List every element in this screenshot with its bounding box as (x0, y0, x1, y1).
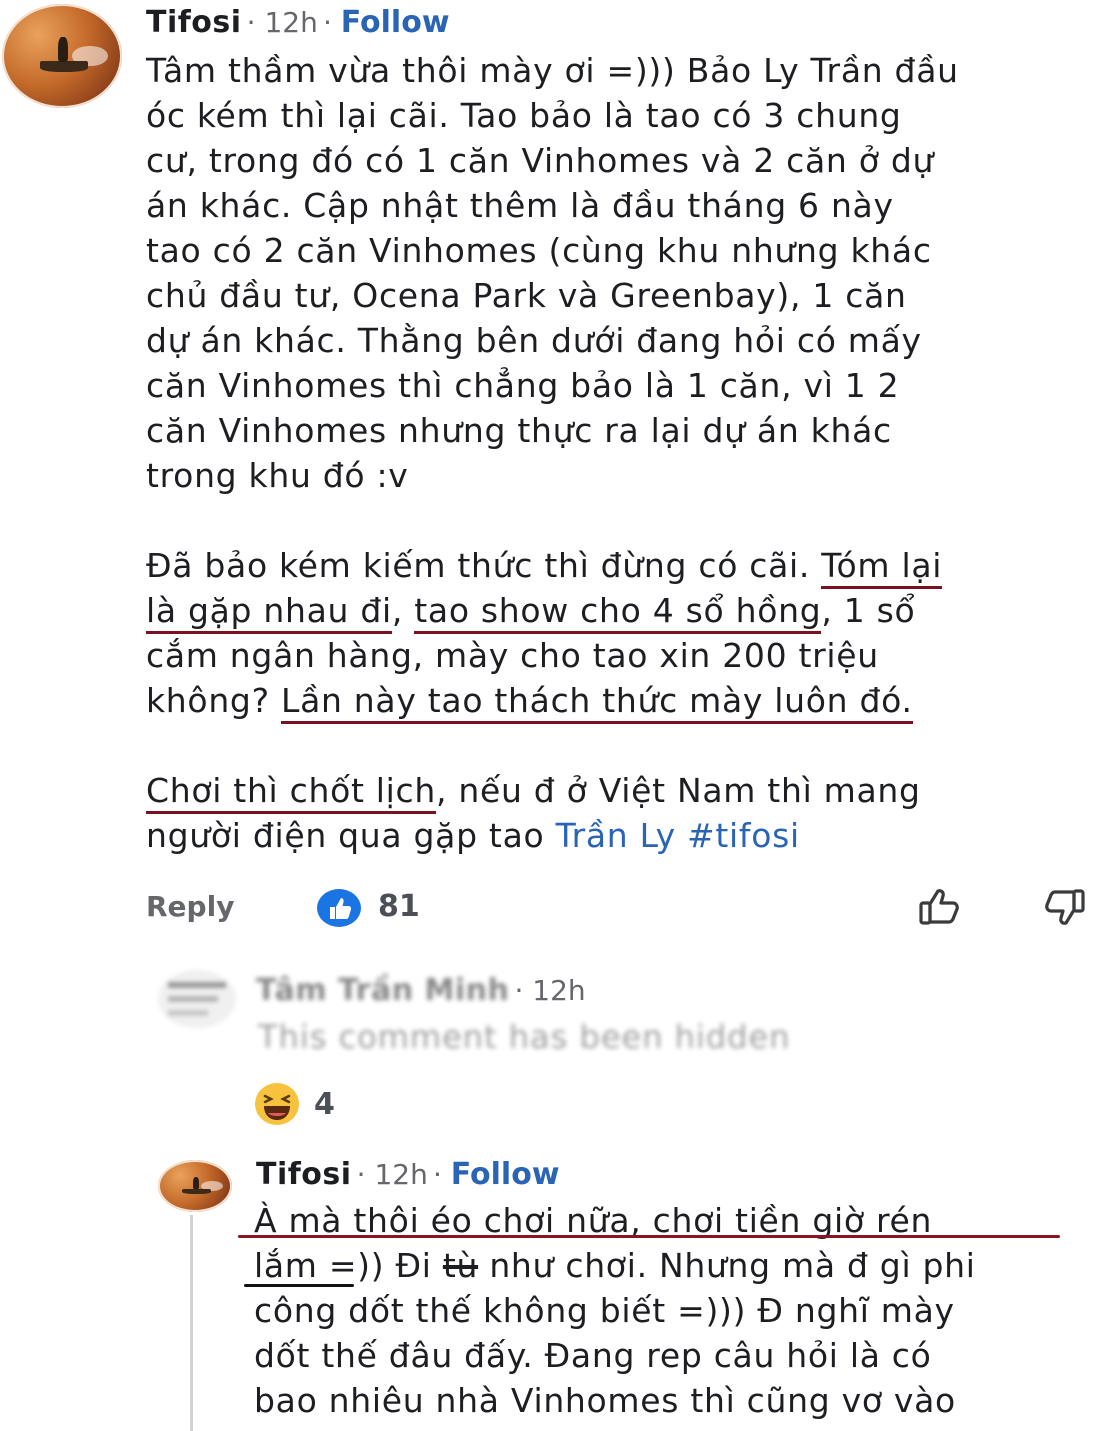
reply-line: dốt thế đâu đấy. Đang rep câu hỏi là có (254, 1336, 932, 1375)
thumbs-up-icon[interactable] (918, 885, 966, 927)
thumbs-down-icon[interactable] (1038, 887, 1086, 929)
text-segment: lắm =)) Đi (254, 1246, 443, 1285)
hidden-reply-avatar[interactable] (158, 970, 236, 1028)
dot-separator: · (432, 1158, 451, 1191)
hidden-comment-notice: This comment has been hidden (258, 1018, 791, 1056)
dot-separator: · (514, 974, 533, 1007)
comment-line: căn Vinhomes nhưng thực ra lại dự án khá… (146, 411, 892, 450)
hidden-reply-time[interactable]: 12h (532, 974, 585, 1007)
comment-line: cư, trong đó có 1 căn Vinhomes và 2 căn … (146, 141, 935, 180)
red-underline (238, 1235, 1060, 1238)
text-segment: như chơi. Nhưng mà đ gì phi (478, 1246, 976, 1285)
comment-line: óc kém thì lại cãi. Tao bảo là tao có 3 … (146, 96, 902, 135)
text-segment: người điện qua gặp tao (146, 816, 556, 855)
text-segment: , 1 sổ (821, 591, 916, 630)
comment-line: không? Lần này tao thách thức mày luôn đ… (146, 678, 1106, 724)
reply-author-avatar[interactable] (158, 1160, 232, 1212)
struck-text: tù (442, 1246, 479, 1285)
comment-line: Đã bảo kém kiếm thức thì đừng có cãi. Tó… (146, 543, 1106, 589)
comment-time[interactable]: 12h (264, 6, 317, 39)
text-segment: Đã bảo kém kiếm thức thì đừng có cãi. (146, 546, 822, 585)
comment-line: tao có 2 căn Vinhomes (cùng khu nhưng kh… (146, 231, 932, 270)
underlined-text: là gặp nhau đi (146, 591, 392, 634)
underlined-text: Tóm lại (821, 546, 943, 589)
underlined-text: Lần này tao thách thức mày luôn đó. (280, 681, 913, 724)
reaction-count: 4 (314, 1087, 335, 1122)
underlined-text: Chơi thì chốt lịch (146, 771, 436, 814)
comment-header: Tifosi · 12h · Follow (146, 5, 450, 40)
like-reaction-icon[interactable] (316, 888, 362, 928)
hidden-reply-author[interactable]: Tâm Trần Minh (256, 973, 509, 1008)
comment-line: án khác. Cập nhật thêm là đầu tháng 6 nà… (146, 186, 894, 225)
dot-separator: · (246, 6, 265, 39)
thread-line (190, 1215, 193, 1431)
reply-line: bao nhiêu nhà Vinhomes thì cũng vơ vào (254, 1381, 956, 1420)
comment-line: trong khu đó :v (146, 456, 409, 495)
comment-line: cắm ngân hàng, mày cho tao xin 200 triệu (146, 636, 879, 675)
author-avatar[interactable] (2, 4, 122, 108)
comment-line: người điện qua gặp tao Trần Ly #tifosi (146, 813, 1106, 858)
comment-line: Chơi thì chốt lịch, nếu đ ở Việt Nam thì… (146, 768, 1106, 814)
dot-separator: · (322, 6, 341, 39)
text-segment: , (391, 591, 415, 630)
text-segment: , nếu đ ở Việt Nam thì mang (436, 771, 921, 810)
reply-author-name[interactable]: Tifosi (256, 1157, 352, 1192)
comment-body: Tâm thầm vừa thôi mày ơi =))) Bảo Ly Trầ… (146, 48, 1106, 858)
dot-separator: · (356, 1158, 375, 1191)
reply-line: công dốt thế không biết =))) Đ nghĩ mày (254, 1291, 955, 1330)
follow-button[interactable]: Follow (451, 1157, 560, 1192)
reply-time[interactable]: 12h (374, 1158, 427, 1191)
comment-line: Tâm thầm vừa thôi mày ơi =))) Bảo Ly Trầ… (146, 51, 959, 90)
text-segment: không? (146, 681, 281, 720)
mention-link[interactable]: Trần Ly #tifosi (556, 816, 800, 855)
reply-body: À mà thôi éo chơi nữa, chơi tiền giờ rén… (254, 1198, 1104, 1423)
author-name[interactable]: Tifosi (146, 5, 242, 40)
laughing-emoji-icon[interactable] (254, 1082, 300, 1126)
reply-button[interactable]: Reply (146, 890, 234, 923)
comment-line: là gặp nhau đi, tao show cho 4 sổ hồng, … (146, 588, 1106, 634)
reply-line: lắm =)) Đi tù như chơi. Nhưng mà đ gì ph… (254, 1243, 1104, 1288)
reply-header: Tifosi · 12h · Follow (256, 1157, 560, 1192)
underlined-text: tao show cho 4 sổ hồng (414, 591, 822, 634)
comment-line: chủ đầu tư, Ocena Park và Greenbay), 1 c… (146, 276, 907, 315)
black-underline (244, 1284, 354, 1287)
follow-button[interactable]: Follow (341, 5, 450, 40)
comment-line: căn Vinhomes thì chẳng bảo là 1 căn, vì … (146, 366, 900, 405)
like-count: 81 (378, 889, 420, 924)
hidden-reply-header: Tâm Trần Minh · 12h (256, 973, 586, 1008)
comment-line: dự án khác. Thằng bên dưới đang hỏi có m… (146, 321, 922, 360)
